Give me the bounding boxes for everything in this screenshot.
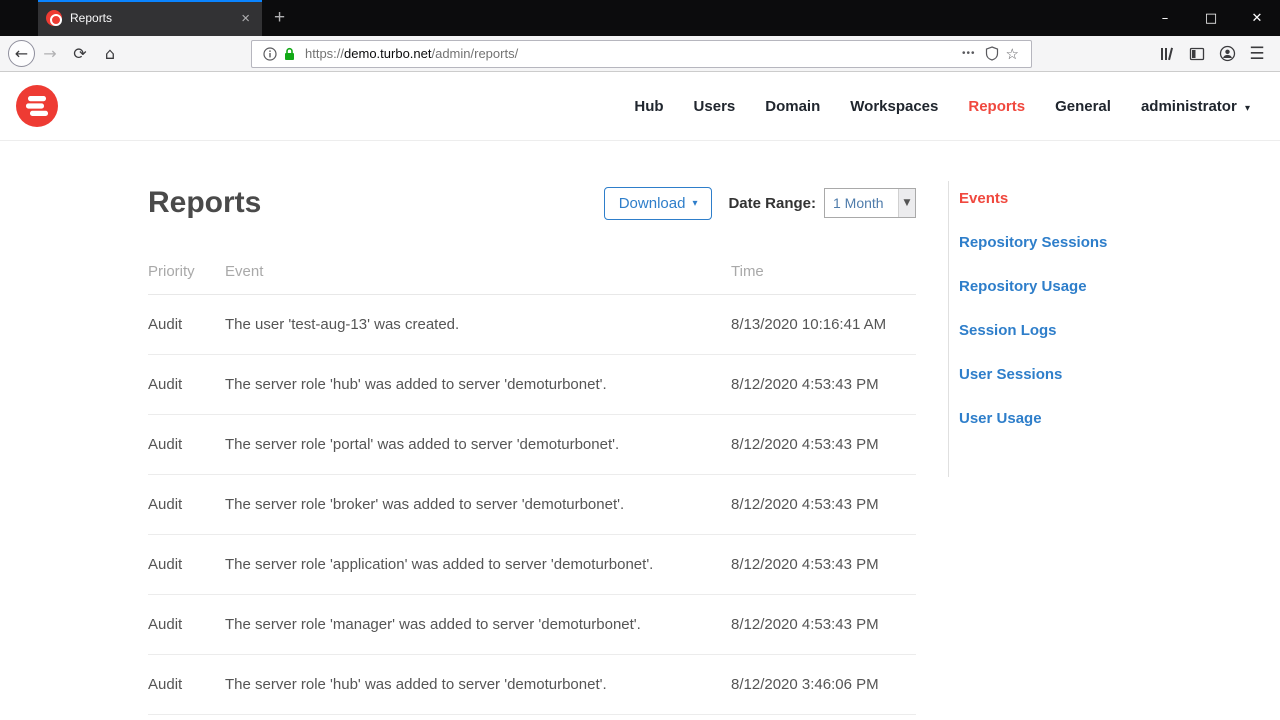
close-button[interactable]: ✕ (1234, 0, 1280, 36)
cell-priority: Audit (148, 294, 225, 355)
minimize-button[interactable]: – (1142, 0, 1188, 36)
col-header-event: Event (225, 263, 731, 295)
date-range-value: 1 Month (833, 195, 884, 211)
cell-time: 8/12/2020 4:53:43 PM (731, 474, 916, 535)
date-range-label: Date Range: (728, 194, 816, 212)
table-row: Audit The server role 'application' was … (148, 534, 916, 595)
library-icon[interactable] (1152, 39, 1182, 69)
events-table: Priority Event Time Audit The user 'test… (148, 263, 916, 715)
nav-item-general[interactable]: General (1055, 98, 1111, 115)
sidebar-item-session-logs[interactable]: Session Logs (959, 321, 1280, 341)
cell-priority: Audit (148, 534, 225, 595)
download-button-label: Download (618, 194, 686, 212)
url-path: /admin/reports/ (431, 46, 519, 61)
download-button[interactable]: Download ▾ (603, 186, 713, 220)
cell-priority: Audit (148, 474, 225, 535)
cell-event: The server role 'hub' was added to serve… (225, 654, 731, 715)
table-row: Audit The server role 'manager' was adde… (148, 594, 916, 655)
titlebar-drag-area (297, 0, 1142, 36)
cell-time: 8/13/2020 10:16:41 AM (731, 294, 916, 355)
new-tab-button[interactable]: + (262, 0, 297, 36)
back-button[interactable]: ← (8, 40, 35, 67)
sidebar-item-repository-usage[interactable]: Repository Usage (959, 277, 1280, 297)
nav-item-users[interactable]: Users (694, 98, 736, 115)
col-header-priority: Priority (148, 263, 225, 295)
cell-event: The server role 'application' was added … (225, 534, 731, 595)
home-button[interactable]: ⌂ (95, 39, 125, 69)
window-controls: – □ ✕ (1142, 0, 1280, 36)
cell-time: 8/12/2020 4:53:43 PM (731, 354, 916, 415)
cell-event: The user 'test-aug-13' was created. (225, 294, 731, 355)
chevron-down-icon: ▾ (1244, 102, 1250, 114)
page-title: Reports (148, 186, 262, 219)
sidebar-item-events[interactable]: Events (959, 189, 1280, 209)
sidebar-toggle-icon[interactable] (1182, 39, 1212, 69)
chevron-down-icon: ▾ (692, 197, 698, 209)
page-info-icon[interactable] (263, 46, 277, 61)
cell-time: 8/12/2020 4:53:43 PM (731, 534, 916, 595)
table-row: Audit The user 'test-aug-13' was created… (148, 294, 916, 355)
col-header-time: Time (731, 263, 916, 295)
tab-title: Reports (70, 11, 113, 25)
cell-event: The server role 'portal' was added to se… (225, 414, 731, 475)
select-caret-icon: ▼ (898, 189, 915, 217)
menu-icon[interactable]: ☰ (1242, 39, 1272, 69)
lock-icon (283, 47, 296, 61)
nav-item-reports[interactable]: Reports (968, 98, 1025, 115)
turbo-logo[interactable] (16, 85, 58, 127)
tab-close-icon[interactable]: × (237, 10, 254, 27)
table-header-row: Priority Event Time (148, 263, 916, 295)
cell-time: 8/12/2020 4:53:43 PM (731, 594, 916, 655)
cell-time: 8/12/2020 4:53:43 PM (731, 414, 916, 475)
cell-priority: Audit (148, 354, 225, 415)
date-range-select[interactable]: 1 Month ▼ (824, 188, 916, 218)
account-icon[interactable] (1212, 39, 1242, 69)
main-panel: Reports Download ▾ Date Range: 1 Month ▼… (0, 141, 948, 715)
cell-event: The server role 'broker' was added to se… (225, 474, 731, 535)
table-row: Audit The server role 'broker' was added… (148, 474, 916, 535)
sidebar-item-repository-sessions[interactable]: Repository Sessions (959, 233, 1280, 253)
url-scheme: https:// (305, 46, 345, 61)
table-row: Audit The server role 'hub' was added to… (148, 354, 916, 415)
site-nav: Hub Users Domain Workspaces Reports Gene… (634, 98, 1250, 115)
cell-priority: Audit (148, 594, 225, 655)
sidebar-item-user-usage[interactable]: User Usage (959, 409, 1280, 429)
table-row: Audit The server role 'hub' was added to… (148, 654, 916, 715)
cell-time: 8/12/2020 3:46:06 PM (731, 654, 916, 715)
nav-item-workspaces[interactable]: Workspaces (850, 98, 938, 115)
browser-toolbar: ← → ⟳ ⌂ https://demo.turbo.net/admin/rep… (0, 36, 1280, 72)
user-menu-label: administrator (1140, 97, 1237, 115)
cell-priority: Audit (148, 414, 225, 475)
sidebar-item-user-sessions[interactable]: User Sessions (959, 365, 1280, 385)
nav-item-hub[interactable]: Hub (634, 98, 663, 115)
table-row: Audit The server role 'portal' was added… (148, 414, 916, 475)
url-bar[interactable]: https://demo.turbo.net/admin/reports/ ••… (251, 39, 1032, 68)
nav-item-domain[interactable]: Domain (765, 98, 820, 115)
cell-event: The server role 'hub' was added to serve… (225, 354, 731, 415)
site-favicon-icon (46, 10, 62, 26)
reports-sidebar: Events Repository Sessions Repository Us… (948, 181, 1280, 477)
bookmark-star-icon[interactable]: ☆ (1006, 45, 1019, 63)
shield-icon[interactable] (985, 46, 999, 61)
cell-priority: Audit (148, 654, 225, 715)
browser-tab[interactable]: Reports × (38, 0, 262, 36)
cell-event: The server role 'manager' was added to s… (225, 594, 731, 655)
page-actions-icon[interactable]: ••• (962, 48, 976, 59)
user-menu[interactable]: administrator ▾ (1141, 98, 1250, 115)
url-domain: demo.turbo.net (344, 46, 432, 61)
content-area: Reports Download ▾ Date Range: 1 Month ▼… (0, 141, 1280, 720)
maximize-button[interactable]: □ (1188, 0, 1234, 36)
forward-button[interactable]: → (35, 39, 65, 69)
window-titlebar: Reports × + – □ ✕ (0, 0, 1280, 36)
url-text: https://demo.turbo.net/admin/reports/ (305, 46, 518, 61)
site-header: Hub Users Domain Workspaces Reports Gene… (0, 72, 1280, 141)
reload-button[interactable]: ⟳ (65, 39, 95, 69)
